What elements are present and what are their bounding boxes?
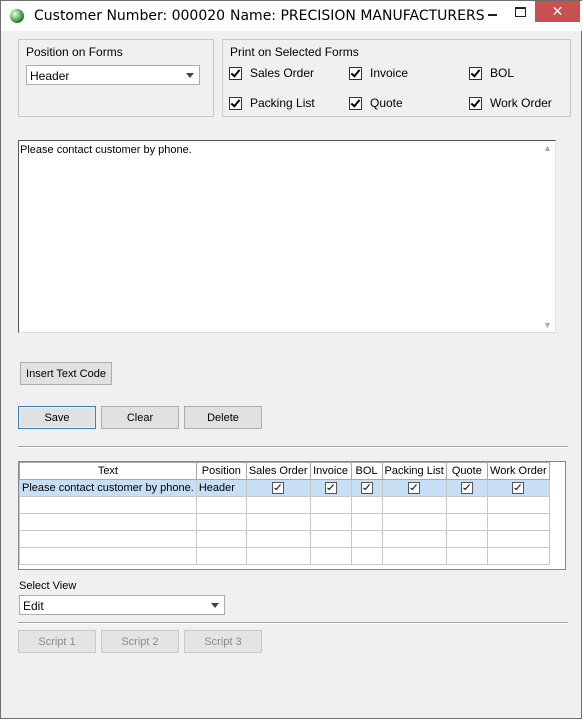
grid-checkbox[interactable]: [360, 482, 373, 495]
chevron-down-icon: [211, 603, 219, 608]
table-row-empty: [19, 513, 550, 531]
close-icon: ✕: [551, 3, 564, 19]
script-3-button[interactable]: Script 3: [184, 630, 262, 653]
print-forms-label: Print on Selected Forms: [230, 45, 359, 59]
grid-checkbox[interactable]: [408, 482, 421, 495]
delete-button[interactable]: Delete: [184, 406, 262, 429]
customer-name: Name: PRECISION MANUFACTURERS: [230, 8, 485, 24]
cell-invoice[interactable]: [309, 479, 352, 497]
grid-header-row: Text Position Sales Order Invoice BOL Pa…: [19, 462, 550, 480]
checkbox-bol-box[interactable]: [469, 66, 482, 80]
note-scrollbar[interactable]: ▲ ▼: [540, 141, 555, 332]
cell-quote[interactable]: [445, 479, 488, 497]
grid-checkbox[interactable]: [512, 482, 525, 495]
close-button[interactable]: ✕: [535, 1, 580, 22]
cell-position[interactable]: Header: [195, 479, 247, 497]
col-header-work-order[interactable]: Work Order: [486, 462, 550, 480]
form-body: Position on Forms Header Print on Select…: [8, 31, 575, 713]
checkbox-invoice[interactable]: Invoice: [349, 66, 408, 80]
script-1-button[interactable]: Script 1: [18, 630, 96, 653]
checkbox-sales-order-box[interactable]: [229, 66, 242, 80]
app-globe-icon: [10, 9, 24, 23]
table-row-empty: [19, 547, 550, 565]
divider: [18, 622, 568, 624]
print-forms-groupbox: Print on Selected Forms Sales Order Invo…: [222, 39, 571, 117]
checkbox-invoice-label: Invoice: [370, 66, 409, 80]
select-view-select[interactable]: Edit: [19, 595, 225, 615]
note-text: Please contact customer by phone.: [20, 144, 192, 156]
position-select-value: Header: [30, 69, 70, 83]
checkbox-work-order[interactable]: Work Order: [469, 96, 552, 110]
title-bar[interactable]: Customer Number: 000020 Name: PRECISION …: [1, 1, 583, 31]
maximize-button[interactable]: [507, 1, 533, 22]
col-header-invoice[interactable]: Invoice: [309, 462, 352, 480]
checkbox-quote-label: Quote: [370, 96, 403, 110]
checkbox-work-order-box[interactable]: [469, 96, 482, 110]
table-row-empty: [19, 496, 550, 514]
position-label: Position on Forms: [26, 45, 123, 59]
scroll-down-icon[interactable]: ▼: [543, 320, 552, 330]
clear-button[interactable]: Clear: [101, 406, 179, 429]
insert-text-code-button[interactable]: Insert Text Code: [20, 362, 112, 385]
cell-bol[interactable]: [350, 479, 383, 497]
cell-sales-order[interactable]: [245, 479, 311, 497]
divider: [18, 446, 568, 448]
select-view-label: Select View: [19, 580, 77, 592]
position-select[interactable]: Header: [26, 65, 200, 85]
minimize-icon: [487, 13, 497, 16]
window-title: Customer Number: 000020: [34, 8, 226, 24]
cell-text[interactable]: Please contact customer by phone.: [19, 479, 197, 497]
chevron-down-icon: [186, 73, 194, 78]
note-textarea[interactable]: Please contact customer by phone. ▲ ▼: [18, 140, 556, 333]
checkbox-bol-label: BOL: [490, 66, 515, 80]
checkbox-quote[interactable]: Quote: [349, 96, 403, 110]
minimize-button[interactable]: [479, 1, 505, 22]
position-groupbox: Position on Forms Header: [18, 39, 214, 117]
table-row-empty: [19, 530, 550, 548]
checkbox-work-order-label: Work Order: [490, 96, 552, 110]
notes-grid[interactable]: Text Position Sales Order Invoice BOL Pa…: [18, 461, 566, 570]
checkbox-packing-list-label: Packing List: [250, 96, 315, 110]
select-view-value: Edit: [23, 599, 44, 613]
notes-window: Customer Number: 000020 Name: PRECISION …: [0, 0, 583, 719]
table-row[interactable]: Please contact customer by phone. Header: [19, 479, 550, 497]
col-header-quote[interactable]: Quote: [445, 462, 488, 480]
grid-checkbox[interactable]: [460, 482, 473, 495]
script-2-button[interactable]: Script 2: [101, 630, 179, 653]
scroll-up-icon[interactable]: ▲: [543, 143, 552, 153]
checkbox-invoice-box[interactable]: [349, 66, 362, 80]
save-button[interactable]: Save: [18, 406, 96, 429]
grid-checkbox[interactable]: [272, 482, 285, 495]
col-header-packing-list[interactable]: Packing List: [381, 462, 447, 480]
checkbox-packing-list-box[interactable]: [229, 96, 242, 110]
grid-checkbox[interactable]: [324, 482, 337, 495]
cell-work-order[interactable]: [486, 479, 550, 497]
col-header-bol[interactable]: BOL: [350, 462, 383, 480]
maximize-icon: [514, 6, 526, 17]
checkbox-packing-list[interactable]: Packing List: [229, 96, 315, 110]
checkbox-bol[interactable]: BOL: [469, 66, 514, 80]
checkbox-sales-order[interactable]: Sales Order: [229, 66, 314, 80]
cell-packing-list[interactable]: [381, 479, 447, 497]
checkbox-quote-box[interactable]: [349, 96, 362, 110]
col-header-position[interactable]: Position: [195, 462, 247, 480]
checkbox-sales-order-label: Sales Order: [250, 66, 315, 80]
col-header-text[interactable]: Text: [19, 462, 197, 480]
notes-table: Text Position Sales Order Invoice BOL Pa…: [19, 462, 550, 565]
col-header-sales-order[interactable]: Sales Order: [245, 462, 311, 480]
